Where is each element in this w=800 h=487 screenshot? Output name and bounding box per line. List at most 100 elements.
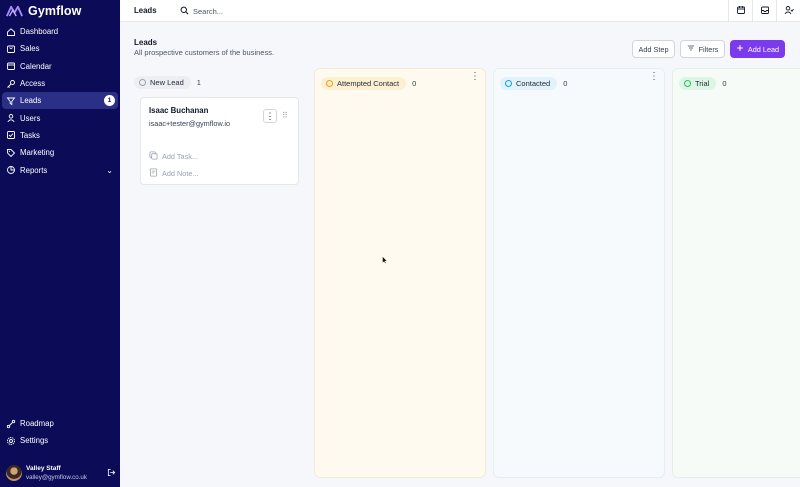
column-contacted: Contacted 0 ⋮ xyxy=(493,68,665,478)
sidebar-item-dashboard[interactable]: Dashboard xyxy=(2,23,118,40)
sidebar-item-access[interactable]: Access xyxy=(2,75,118,92)
column-title: Contacted xyxy=(516,79,551,88)
sidebar-item-roadmap[interactable]: Roadmap xyxy=(2,415,118,432)
user-name: Valley Staff xyxy=(26,465,61,472)
column-menu-icon[interactable]: ⋮ xyxy=(649,72,659,82)
gymflow-logo-icon xyxy=(6,5,23,17)
leads-count-badge: 1 xyxy=(104,95,115,107)
filter-lines-icon xyxy=(687,44,695,54)
add-lead-label: Add Lead xyxy=(747,44,780,54)
sidebar-item-users[interactable]: Users xyxy=(2,109,118,126)
status-dot-icon xyxy=(139,79,146,86)
user-email: valley@gymflow.co.uk xyxy=(26,474,87,481)
column-menu-icon[interactable]: ⋮ xyxy=(470,72,480,82)
lead-email: isaac+tester@gymflow.io xyxy=(149,119,231,128)
filters-label: Filters xyxy=(698,44,719,54)
search-icon xyxy=(180,6,189,17)
add-note-action[interactable]: Add Note... xyxy=(149,168,199,179)
breadcrumb[interactable]: Leads xyxy=(134,6,157,15)
filters-button[interactable]: Filters xyxy=(680,40,725,58)
sidebar-item-label: Calendar xyxy=(20,61,52,71)
sidebar-item-sales[interactable]: Sales xyxy=(2,40,118,57)
column-title: Trial xyxy=(695,79,710,88)
sidebar-item-label: Sales xyxy=(20,44,40,54)
column-title: Attempted Contact xyxy=(337,79,400,88)
users-icon xyxy=(6,113,16,123)
calendar-icon xyxy=(6,61,16,71)
filter-icon xyxy=(6,96,16,106)
column-status-pill[interactable]: Attempted Contact xyxy=(321,77,407,90)
chart-pie-icon xyxy=(6,165,16,175)
brand-name: Gymflow xyxy=(28,4,82,18)
sidebar-item-label: Settings xyxy=(20,436,49,446)
sidebar-item-calendar[interactable]: Calendar xyxy=(2,58,118,75)
lead-name: Isaac Buchanan xyxy=(149,106,209,115)
column-header: Trial 0 xyxy=(673,75,800,92)
column-status-pill[interactable]: New Lead xyxy=(134,76,191,89)
add-step-button[interactable]: Add Step xyxy=(632,40,675,58)
column-trial: Trial 0 xyxy=(672,68,800,478)
column-status-pill[interactable]: Contacted xyxy=(500,77,558,90)
inbox-icon xyxy=(760,5,770,17)
user-settings-button[interactable] xyxy=(776,0,800,21)
add-note-label: Add Note... xyxy=(162,169,199,178)
sidebar-item-label: Tasks xyxy=(20,130,40,140)
card-menu-button[interactable]: ⋮ xyxy=(263,109,277,123)
inbox-button[interactable] xyxy=(752,0,776,21)
key-icon xyxy=(6,79,16,89)
add-lead-button[interactable]: Add Lead xyxy=(730,40,785,58)
sidebar-item-reports[interactable]: Reports ⌄ xyxy=(2,161,118,178)
add-task-label: Add Task... xyxy=(162,152,198,161)
add-task-action[interactable]: Add Task... xyxy=(149,151,198,162)
sidebar-bottom-nav: Roadmap Settings xyxy=(2,415,118,450)
page-title: Leads xyxy=(134,38,158,47)
column-count: 0 xyxy=(412,79,417,88)
sidebar-item-label: Roadmap xyxy=(20,419,54,429)
cart-icon xyxy=(6,44,16,54)
column-header: Contacted 0 xyxy=(494,75,664,92)
kebab-icon: ⋮ xyxy=(265,110,275,121)
task-copy-icon xyxy=(149,151,158,162)
sidebar-item-tasks[interactable]: Tasks xyxy=(2,127,118,144)
mouse-cursor-icon xyxy=(382,256,388,264)
column-status-pill[interactable]: Trial xyxy=(679,77,717,90)
sidebar-item-label: Marketing xyxy=(20,148,55,158)
column-count: 0 xyxy=(722,79,727,88)
page-subtitle: All prospective customers of the busines… xyxy=(134,48,275,57)
status-dot-icon xyxy=(505,80,512,87)
drag-handle-icon[interactable]: ⠿ xyxy=(282,111,288,120)
note-icon xyxy=(149,168,158,179)
sidebar-item-settings[interactable]: Settings xyxy=(2,432,118,449)
sidebar-item-label: Leads xyxy=(20,96,42,106)
lead-card[interactable]: Isaac Buchanan isaac+tester@gymflow.io ⋮… xyxy=(140,97,299,185)
tasks-icon xyxy=(6,130,16,140)
topbar-actions xyxy=(728,0,800,21)
user-profile[interactable]: Valley Staff valley@gymflow.co.uk xyxy=(6,463,116,483)
status-dot-icon xyxy=(684,80,691,87)
chevron-down-icon[interactable]: ⌄ xyxy=(106,166,113,175)
search-input[interactable] xyxy=(193,6,293,16)
plus-icon xyxy=(736,44,744,54)
gear-icon xyxy=(6,436,16,446)
brand-logo[interactable]: Gymflow xyxy=(6,3,81,19)
column-count: 0 xyxy=(563,79,568,88)
logout-icon[interactable] xyxy=(107,468,116,479)
status-dot-icon xyxy=(326,80,333,87)
column-attempted-contact: Attempted Contact 0 ⋮ xyxy=(314,68,486,478)
sidebar-item-marketing[interactable]: Marketing xyxy=(2,144,118,161)
avatar xyxy=(6,465,22,481)
column-header: New Lead 1 xyxy=(134,74,308,91)
column-header: Attempted Contact 0 xyxy=(315,75,485,92)
tag-icon xyxy=(6,148,16,158)
search-box[interactable] xyxy=(180,4,300,18)
sidebar: Gymflow Dashboard Sales Calendar Access … xyxy=(0,0,120,487)
topbar: Leads xyxy=(120,0,800,22)
column-count: 1 xyxy=(196,78,201,87)
sidebar-nav: Dashboard Sales Calendar Access Leads 1 … xyxy=(2,23,118,179)
calendar-button[interactable] xyxy=(728,0,752,21)
sidebar-item-leads[interactable]: Leads 1 xyxy=(2,92,118,110)
user-settings-icon xyxy=(784,5,794,17)
column-title: New Lead xyxy=(150,78,184,87)
sidebar-item-label: Access xyxy=(20,79,46,89)
home-icon xyxy=(6,27,16,37)
